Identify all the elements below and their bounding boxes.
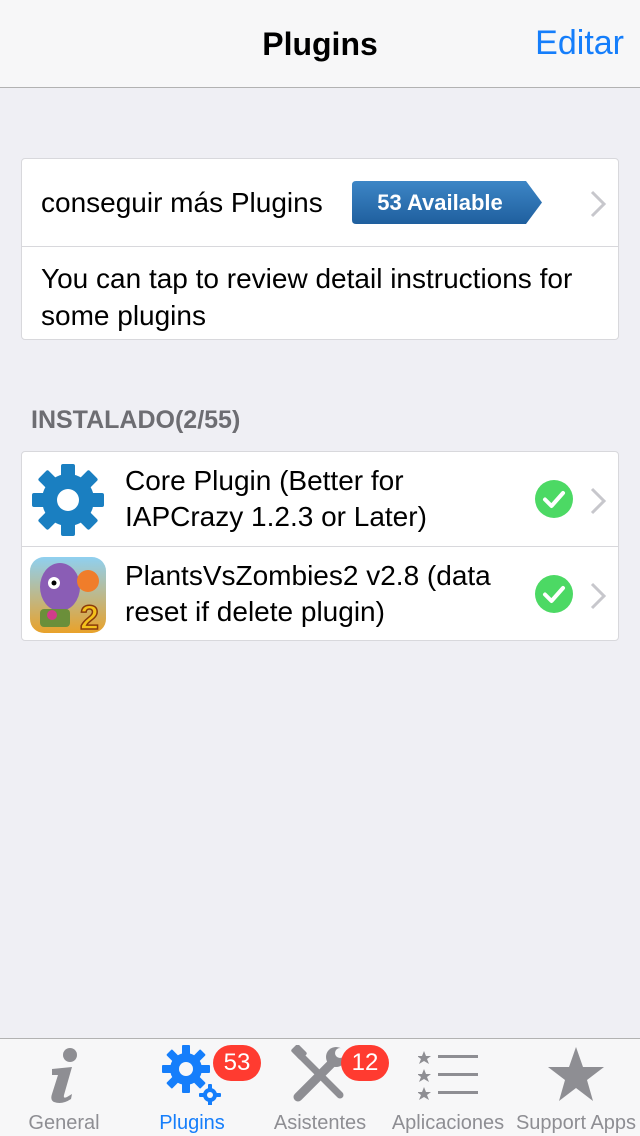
tab-aplicaciones[interactable]: Aplicaciones	[384, 1039, 512, 1136]
info-text: You can tap to review detail instruction…	[41, 263, 573, 331]
tools-icon	[291, 1045, 346, 1102]
available-badge-label: 53 Available	[377, 190, 503, 215]
navigation-bar: Plugins Editar	[0, 0, 640, 88]
plants-vs-zombies-app-icon: 2	[30, 557, 106, 633]
chevron-right-icon	[590, 582, 607, 610]
tab-support-apps[interactable]: Support Apps	[512, 1039, 640, 1136]
svg-text:2: 2	[80, 599, 99, 633]
get-more-plugins-label: conseguir más Plugins	[41, 187, 323, 218]
tab-plugins[interactable]: 53 Plugins	[128, 1039, 261, 1136]
star-icon	[548, 1047, 604, 1101]
tab-bar: General 53 Plugins 12 Asistentes Aplicac…	[0, 1038, 640, 1136]
gear-icon	[32, 464, 104, 536]
checkmark-icon	[535, 575, 573, 613]
chevron-right-icon	[590, 190, 607, 218]
list-stars-icon	[418, 1051, 478, 1100]
tab-asistentes[interactable]: 12 Asistentes	[256, 1039, 389, 1136]
available-badge: 53 Available	[352, 181, 542, 224]
chevron-right-icon	[590, 487, 607, 515]
asistentes-count-badge: 12	[341, 1045, 389, 1081]
info-icon	[51, 1048, 77, 1103]
tab-label: Asistentes	[273, 1112, 367, 1134]
gears-icon	[162, 1045, 221, 1105]
plugins-count-badge: 53	[213, 1045, 261, 1081]
tab-general[interactable]: General	[0, 1039, 128, 1136]
installed-plugins-card: Core Plugin (Better for IAPCrazy 1.2.3 o…	[21, 451, 619, 641]
tab-label: Plugins	[159, 1112, 225, 1134]
get-more-plugins-row[interactable]: conseguir más Plugins 53 Available	[22, 159, 618, 247]
info-row: You can tap to review detail instruction…	[22, 248, 618, 340]
plugin-name: Core Plugin (Better for IAPCrazy 1.2.3 o…	[125, 465, 427, 532]
checkmark-icon	[535, 480, 573, 518]
tab-label: Aplicaciones	[391, 1112, 505, 1134]
list-item[interactable]: Core Plugin (Better for IAPCrazy 1.2.3 o…	[22, 452, 618, 547]
list-item[interactable]: 2 PlantsVsZombies2 v2.8 (data reset if d…	[22, 547, 618, 642]
edit-button[interactable]: Editar	[535, 24, 624, 63]
plugin-name: PlantsVsZombies2 v2.8 (data reset if del…	[125, 560, 491, 627]
tab-label: Support Apps	[515, 1112, 637, 1134]
get-plugins-card: conseguir más Plugins 53 Available You c…	[21, 158, 619, 340]
installed-section-header: INSTALADO(2/55)	[31, 406, 241, 434]
